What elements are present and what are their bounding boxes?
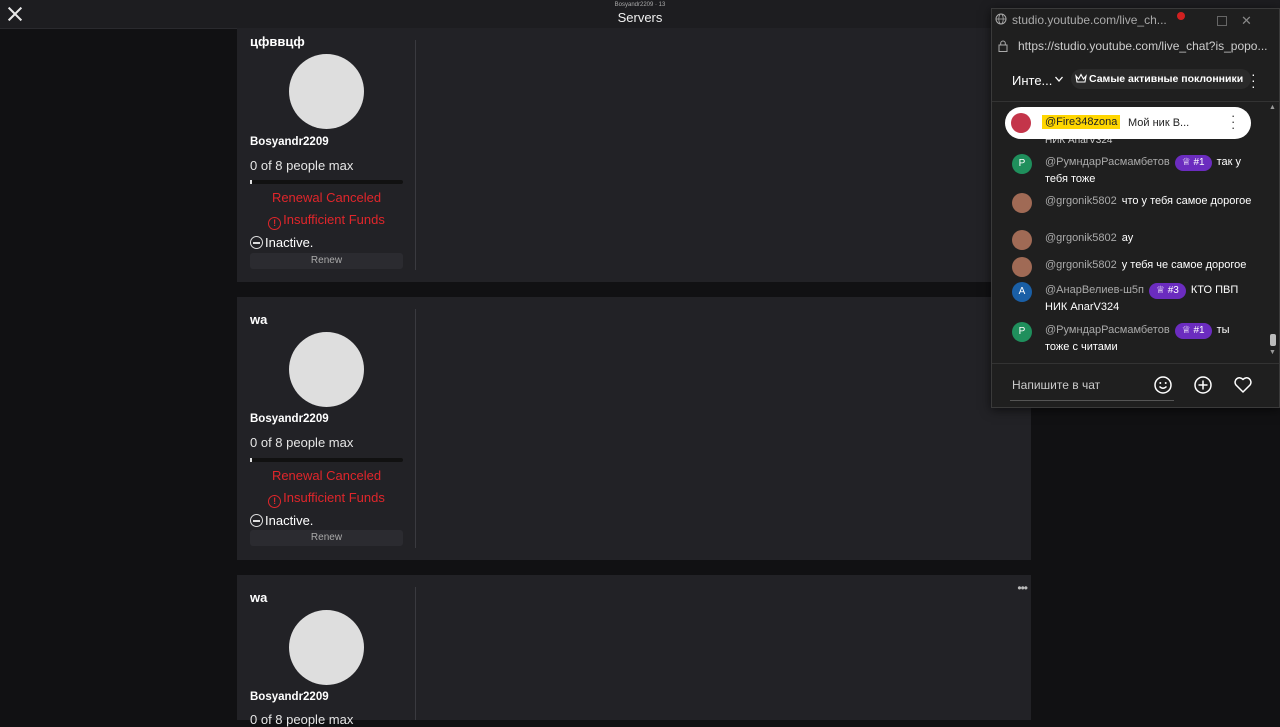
avatar: А: [1012, 282, 1032, 302]
capacity-fill: [250, 180, 252, 184]
server-name: wa: [250, 590, 268, 605]
funds-warning: ! Insufficient Funds: [250, 212, 403, 230]
crown-icon: ♕: [1181, 325, 1194, 336]
server-name: цфввцф: [250, 34, 305, 49]
chat-input-row: [992, 363, 1279, 408]
chevron-down-icon[interactable]: [1055, 75, 1063, 83]
avatar: Р: [1012, 322, 1032, 342]
close-icon[interactable]: ✕: [1241, 13, 1252, 29]
avatar: [1012, 193, 1032, 213]
url-bar[interactable]: https://studio.youtube.com/live_chat?is_…: [992, 35, 1279, 57]
inactive-label: Inactive.: [265, 513, 314, 528]
chat-message: @grgonik5802 у тебя че самое дорогое: [1012, 257, 1252, 277]
scroll-down-icon[interactable]: ▼: [1269, 349, 1276, 356]
kebab-menu-icon[interactable]: · · ·: [1251, 67, 1256, 93]
top-fans-label: Самые активные поклонники: [1089, 73, 1244, 85]
server-name: wa: [250, 312, 268, 327]
live-chat-popup: studio.youtube.com/live_ch... ✕ https://…: [991, 8, 1280, 408]
capacity-bar: [250, 458, 403, 462]
avatar: [1012, 257, 1032, 277]
scroll-up-icon[interactable]: ▲: [1269, 104, 1276, 111]
chat-message: А @АнарВелиев-ш5п ♕ #3 КТО ПВП НИК AnarV324: [1012, 282, 1252, 315]
people-count: 0 of 8 people max: [250, 158, 354, 173]
chat-header: Инте... Самые активные поклонники · · ·: [992, 61, 1279, 102]
funds-label: Insufficient Funds: [283, 212, 385, 227]
chat-mode-label[interactable]: Инте...: [1012, 73, 1052, 88]
minus-circle-icon: [250, 514, 263, 527]
crown-icon: ♕: [1156, 285, 1168, 296]
popup-titlebar: studio.youtube.com/live_ch... ✕: [992, 9, 1279, 31]
chat-message: @grgonik5802 ау: [1012, 230, 1252, 250]
chat-username[interactable]: @РумндарРасмамбетов: [1045, 156, 1170, 168]
chat-message: Р @РумндарРасмамбетов ♕ #1 ты тоже с читами: [1012, 322, 1252, 355]
server-card: wa Bosyandr2209 0 of 8 people max •••: [237, 575, 1031, 727]
record-icon: [1177, 12, 1185, 20]
renewal-status: Renewal Canceled: [271, 468, 382, 483]
chat-input[interactable]: [1010, 370, 1174, 401]
card-divider: [415, 587, 416, 720]
server-avatar: [289, 610, 364, 685]
chat-username[interactable]: @grgonik5802: [1045, 195, 1117, 207]
globe-icon: [995, 13, 1007, 25]
server-owner: Bosyandr2209: [250, 691, 329, 703]
inactive-status: Inactive.: [250, 513, 313, 528]
lock-icon: [998, 40, 1008, 52]
emoji-icon[interactable]: [1153, 375, 1173, 395]
crown-icon: ♕: [1181, 157, 1194, 168]
chat-username[interactable]: @grgonik5802: [1045, 232, 1117, 244]
capacity-fill: [250, 458, 252, 462]
server-avatar: [289, 332, 364, 407]
server-owner: Bosyandr2209: [250, 413, 329, 425]
card-divider: [415, 309, 416, 548]
chat-message: Р @РумндарРасмамбетов ♕ #1 так у тебя тоже: [1012, 154, 1252, 187]
avatar: [1012, 230, 1032, 250]
funds-warning: ! Insufficient Funds: [250, 490, 403, 508]
chat-username[interactable]: @АнарВелиев-ш5п: [1045, 284, 1144, 296]
pinned-text: Мой ник В...: [1128, 117, 1190, 129]
renewal-status: Renewal Canceled: [271, 190, 382, 205]
rank-badge: ♕ #1: [1174, 323, 1212, 339]
chat-message: @grgonik5802 что у тебя самое дорогое: [1012, 193, 1252, 213]
pinned-user: @Fire348zona: [1042, 115, 1121, 129]
chat-message-text: у тебя че самое дорогое: [1121, 259, 1247, 271]
top-fans-button[interactable]: Самые активные поклонники: [1071, 69, 1252, 89]
chat-message-text: что у тебя самое дорогое: [1121, 195, 1252, 207]
add-circle-icon[interactable]: [1193, 375, 1213, 395]
server-card: wa Bosyandr2209 0 of 8 people max Renewa…: [237, 297, 1031, 560]
chat-message-text: ау: [1121, 232, 1134, 244]
rank-badge-label: #1: [1193, 325, 1205, 336]
more-options-icon[interactable]: •••: [1017, 581, 1028, 595]
warning-icon: !: [268, 495, 282, 508]
chat-username[interactable]: @grgonik5802: [1045, 259, 1117, 271]
pinned-message[interactable]: @Fire348zona Мой ник В... · · ·: [1005, 107, 1251, 139]
scrollbar-thumb[interactable]: [1270, 334, 1276, 346]
server-card: цфввцф Bosyandr2209 0 of 8 people max Re…: [237, 28, 1031, 282]
chat-username[interactable]: @РумндарРасмамбетов: [1045, 324, 1170, 336]
inactive-status: Inactive.: [250, 235, 313, 250]
rank-badge-label: #1: [1193, 157, 1205, 168]
warning-icon: !: [268, 217, 282, 230]
url-text: https://studio.youtube.com/live_chat?is_…: [1018, 39, 1268, 53]
rank-badge: ♕ #1: [1174, 155, 1212, 171]
server-owner: Bosyandr2209: [250, 136, 329, 148]
crown-icon: [1075, 73, 1087, 83]
rank-badge-label: #3: [1167, 285, 1179, 296]
renew-button[interactable]: Renew: [250, 253, 403, 269]
capacity-bar: [250, 180, 403, 184]
card-divider: [415, 40, 416, 270]
chat-scrollbar[interactable]: [1269, 105, 1277, 357]
renew-button[interactable]: Renew: [250, 530, 403, 546]
rank-badge: ♕ #3: [1149, 283, 1186, 299]
avatar: [1011, 113, 1031, 133]
popup-title: studio.youtube.com/live_ch...: [1012, 13, 1167, 27]
kebab-menu-icon[interactable]: · · ·: [1231, 109, 1235, 134]
maximize-icon[interactable]: [1217, 16, 1227, 26]
funds-label: Insufficient Funds: [283, 490, 385, 505]
avatar: Р: [1012, 154, 1032, 174]
server-avatar: [289, 54, 364, 129]
inactive-label: Inactive.: [265, 235, 314, 250]
people-count: 0 of 8 people max: [250, 435, 354, 450]
minus-circle-icon: [250, 236, 263, 249]
heart-icon[interactable]: [1233, 375, 1253, 395]
